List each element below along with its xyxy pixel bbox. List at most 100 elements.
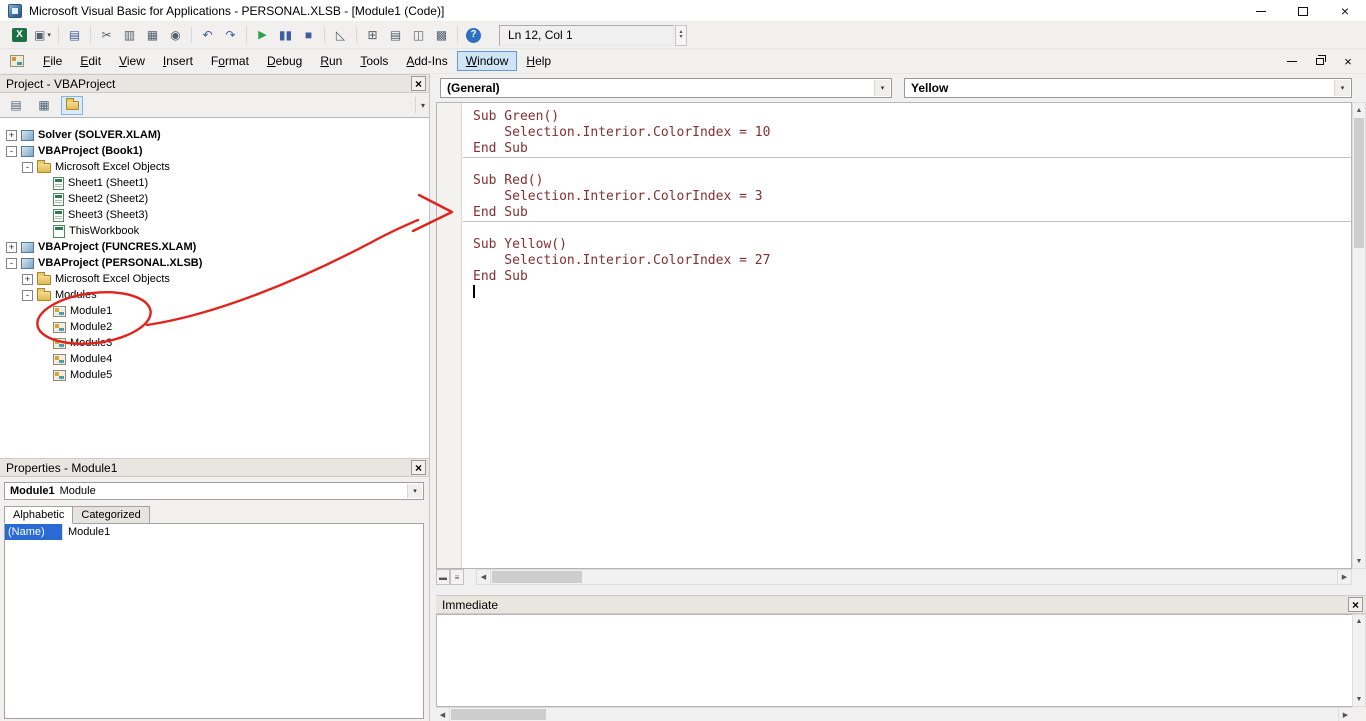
code-line-10[interactable]: Selection.Interior.ColorIndex = 27 [463, 253, 1351, 269]
menu-add-ins[interactable]: Add-Ins [397, 51, 456, 71]
code-line-2[interactable]: Selection.Interior.ColorIndex = 10 [463, 125, 1351, 141]
close-button[interactable]: × [1324, 0, 1366, 22]
code-line-9[interactable]: Sub Yellow() [463, 237, 1351, 253]
menu-edit[interactable]: Edit [71, 51, 110, 71]
scroll-left-icon[interactable]: ◀ [436, 708, 450, 721]
horizontal-scrollbar-thumb[interactable] [451, 709, 546, 720]
cut-button[interactable]: ✂ [95, 24, 118, 46]
collapse-icon[interactable]: - [22, 162, 33, 173]
code-line-3[interactable]: End Sub [463, 141, 1351, 157]
menu-help[interactable]: Help [517, 51, 560, 71]
mdi-restore-button[interactable] [1310, 51, 1330, 71]
immediate-horizontal-scrollbar[interactable]: ◀ ▶ [436, 707, 1352, 721]
insert-userform-button[interactable]: ▣▾ [31, 24, 54, 46]
view-excel-button[interactable]: X [8, 24, 31, 46]
tree-item-vbaproject-book1[interactable]: -VBAProject (Book1) [0, 143, 429, 159]
menu-file[interactable]: File [34, 51, 71, 71]
code-editor[interactable]: Sub Green() Selection.Interior.ColorInde… [436, 102, 1352, 569]
toggle-folders-button[interactable] [61, 96, 83, 115]
scroll-down-icon[interactable]: ▼ [1353, 693, 1365, 706]
horizontal-scrollbar-thumb[interactable] [492, 571, 582, 583]
undo-button[interactable]: ↶ [196, 24, 219, 46]
immediate-vertical-scrollbar[interactable]: ▲ ▼ [1352, 614, 1366, 707]
tree-item-module1[interactable]: Module1 [0, 303, 429, 319]
toolbox-button[interactable]: ▩ [430, 24, 453, 46]
tree-item-microsoft-excel-objects[interactable]: +Microsoft Excel Objects [0, 271, 429, 287]
redo-button[interactable]: ↷ [219, 24, 242, 46]
paste-button[interactable]: ▦ [141, 24, 164, 46]
scroll-up-icon[interactable]: ▲ [1353, 103, 1365, 117]
help-button[interactable]: ? [462, 24, 485, 46]
properties-close-button[interactable]: × [411, 460, 426, 475]
menu-tools[interactable]: Tools [351, 51, 397, 71]
menu-debug[interactable]: Debug [258, 51, 311, 71]
mdi-close-button[interactable]: × [1338, 51, 1358, 71]
project-toolbar-overflow[interactable]: ▾ [415, 97, 425, 113]
tree-item-sheet3-sheet3[interactable]: Sheet3 (Sheet3) [0, 207, 429, 223]
scroll-right-icon[interactable]: ▶ [1337, 570, 1351, 584]
procedure-dropdown[interactable]: Yellow ▾ [904, 78, 1352, 98]
expand-icon[interactable]: + [6, 130, 17, 141]
code-line-11[interactable]: End Sub [463, 269, 1351, 285]
tree-item-vbaproject-personal-xlsb[interactable]: -VBAProject (PERSONAL.XLSB) [0, 255, 429, 271]
immediate-close-button[interactable]: × [1348, 597, 1363, 612]
tree-item-module4[interactable]: Module4 [0, 351, 429, 367]
tree-item-sheet2-sheet2[interactable]: Sheet2 (Sheet2) [0, 191, 429, 207]
tree-item-sheet1-sheet1[interactable]: Sheet1 (Sheet1) [0, 175, 429, 191]
tab-alphabetic[interactable]: Alphabetic [4, 506, 73, 524]
save-button[interactable]: ▤ [63, 24, 86, 46]
expand-icon[interactable]: + [22, 274, 33, 285]
tree-item-module5[interactable]: Module5 [0, 367, 429, 383]
code-line-1[interactable]: Sub Green() [463, 109, 1351, 125]
procedure-view-button[interactable]: ▬ [436, 569, 450, 585]
copy-button[interactable]: ▥ [118, 24, 141, 46]
code-line-12[interactable] [463, 285, 1351, 301]
project-explorer-button[interactable]: ⊞ [361, 24, 384, 46]
tree-item-microsoft-excel-objects[interactable]: -Microsoft Excel Objects [0, 159, 429, 175]
object-browser-button[interactable]: ◫ [407, 24, 430, 46]
chevron-down-icon[interactable]: ▾ [874, 80, 890, 96]
toolbar-overflow[interactable]: ▴▾ [675, 25, 687, 46]
tree-item-vbaproject-funcres-xlam[interactable]: +VBAProject (FUNCRES.XLAM) [0, 239, 429, 255]
property-name-cell[interactable]: (Name) [5, 524, 62, 540]
tree-item-module3[interactable]: Module3 [0, 335, 429, 351]
code-line-5[interactable]: Sub Red() [463, 173, 1351, 189]
menu-insert[interactable]: Insert [154, 51, 202, 71]
code-line-8[interactable] [463, 221, 1351, 237]
maximize-button[interactable] [1282, 0, 1324, 22]
design-mode-button[interactable]: ◺ [329, 24, 352, 46]
reset-button[interactable]: ■ [297, 24, 320, 46]
menu-run[interactable]: Run [311, 51, 351, 71]
margin-indicator-bar[interactable] [437, 103, 462, 568]
collapse-icon[interactable]: - [6, 146, 17, 157]
tree-item-modules[interactable]: -Modules [0, 287, 429, 303]
find-button[interactable]: ◉ [164, 24, 187, 46]
run-button[interactable]: ▶ [251, 24, 274, 46]
code-line-6[interactable]: Selection.Interior.ColorIndex = 3 [463, 189, 1351, 205]
code-line-4[interactable] [463, 157, 1351, 173]
minimize-button[interactable] [1240, 0, 1282, 22]
object-selector[interactable]: Module1 Module ▾ [4, 482, 424, 500]
tab-categorized[interactable]: Categorized [72, 506, 149, 524]
chevron-down-icon[interactable]: ▾ [407, 484, 422, 498]
tree-item-module2[interactable]: Module2 [0, 319, 429, 335]
code-line-7[interactable]: End Sub [463, 205, 1351, 221]
collapse-icon[interactable]: - [6, 258, 17, 269]
properties-window-button[interactable]: ▤ [384, 24, 407, 46]
chevron-down-icon[interactable]: ▾ [1334, 80, 1350, 96]
view-code-button[interactable]: ▤ [5, 96, 27, 115]
immediate-input-area[interactable] [436, 614, 1352, 707]
vertical-scrollbar-thumb[interactable] [1354, 118, 1364, 248]
scroll-up-icon[interactable]: ▲ [1353, 615, 1365, 628]
tree-item-solver-solver-xlam[interactable]: +Solver (SOLVER.XLAM) [0, 127, 429, 143]
collapse-icon[interactable]: - [22, 290, 33, 301]
expand-icon[interactable]: + [6, 242, 17, 253]
property-value-cell[interactable]: Module1 [62, 524, 423, 540]
code-horizontal-scrollbar[interactable]: ◀ ▶ [476, 569, 1352, 585]
object-dropdown[interactable]: (General) ▾ [440, 78, 892, 98]
scroll-left-icon[interactable]: ◀ [477, 570, 491, 584]
document-icon[interactable] [10, 55, 24, 67]
mdi-minimize-button[interactable] [1282, 51, 1302, 71]
scroll-down-icon[interactable]: ▼ [1353, 554, 1365, 568]
project-close-button[interactable]: × [411, 76, 426, 91]
